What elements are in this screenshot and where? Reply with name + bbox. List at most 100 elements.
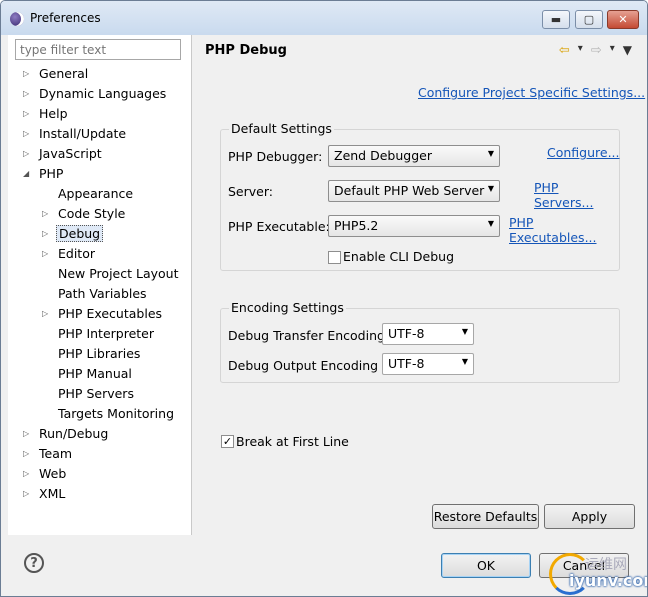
sidebar-item-label: Dynamic Languages [39,86,167,101]
sidebar-item[interactable]: Appearance [56,185,135,203]
minimize-button[interactable]: ▬ [542,10,570,29]
collapsed-arrow-icon[interactable]: ▷ [23,65,29,83]
collapsed-arrow-icon[interactable]: ▷ [23,465,29,483]
restore-defaults-button[interactable]: Restore Defaults [432,504,539,529]
collapsed-arrow-icon[interactable]: ▷ [23,125,29,143]
sidebar-item-label: XML [39,486,66,501]
sidebar-item[interactable]: ▷ Dynamic Languages [23,85,168,103]
default-settings-title: Default Settings [229,121,334,136]
configure-debugger-link[interactable]: Configure... [547,145,620,160]
sidebar-item[interactable]: ▷ Help [23,105,70,123]
sidebar-item[interactable]: PHP Servers [56,385,136,403]
page-title: PHP Debug [205,43,287,58]
break-at-first-line-label: Break at First Line [236,434,349,449]
debug-output-encoding-label: Debug Output Encoding [228,358,379,373]
enable-cli-debug-label: Enable CLI Debug [343,249,455,264]
collapsed-arrow-icon[interactable]: ▷ [23,425,29,443]
maximize-button[interactable]: ▢ [575,10,603,29]
chevron-down-icon: ▼ [487,219,494,228]
default-settings-group: Default Settings PHP Debugger: Zend Debu… [220,121,620,271]
collapsed-arrow-icon[interactable]: ▷ [42,305,48,323]
preferences-tree-pane: ▷ General ▷ Dynamic Languages ▷ Help ▷ Install/… [8,35,192,535]
php-executable-select[interactable]: PHP5.2 ▼ [328,215,500,237]
sidebar-item-label: New Project Layout [58,266,179,281]
sidebar-item-label: PHP Executables [58,306,163,321]
sidebar-item-label: Help [39,106,68,121]
php-debugger-select[interactable]: Zend Debugger ▼ [328,145,500,167]
sidebar-item-label: Editor [58,246,95,261]
close-button[interactable]: ✕ [607,10,639,29]
collapsed-arrow-icon[interactable]: ▷ [42,225,48,243]
sidebar-item-label: Path Variables [58,286,147,301]
chevron-down-icon[interactable]: ▾ [610,43,615,58]
sidebar-item-label: General [39,66,89,81]
debug-output-encoding-value: UTF-8 [388,356,425,371]
sidebar-item[interactable]: ▷ Install/Update [23,125,128,143]
sidebar-item-label: PHP Manual [58,366,132,381]
debug-output-encoding-select[interactable]: UTF-8 ▼ [382,353,474,375]
sidebar-item[interactable]: ▷ Debug [42,225,104,243]
sidebar-item[interactable]: ▷ General [23,65,90,83]
sidebar-item[interactable]: Targets Monitoring [56,405,176,423]
debug-transfer-encoding-select[interactable]: UTF-8 ▼ [382,323,474,345]
chevron-down-icon: ▼ [487,184,494,193]
sidebar-item[interactable]: ▷ Team [23,445,74,463]
filter-input[interactable] [15,39,181,60]
break-at-first-line-checkbox[interactable]: ✓ [221,435,234,448]
collapsed-arrow-icon[interactable]: ▷ [23,105,29,123]
help-icon[interactable]: ? [24,553,44,573]
sidebar-item[interactable]: ▷ Web [23,465,68,483]
debug-transfer-encoding-label: Debug Transfer Encoding [228,328,385,343]
eclipse-icon [10,12,24,26]
sidebar-item-label: Team [39,446,73,461]
sidebar-item[interactable]: PHP Libraries [56,345,142,363]
server-value: Default PHP Web Server [334,183,485,198]
sidebar-item-label: Targets Monitoring [58,406,175,421]
collapsed-arrow-icon[interactable]: ▷ [23,445,29,463]
server-select[interactable]: Default PHP Web Server ▼ [328,180,500,202]
chevron-down-icon: ▼ [487,149,494,158]
php-debug-page: PHP Debug ⇦ ▾ ⇨ ▾ ▼ Configure Project Sp… [193,35,647,535]
sidebar-item[interactable]: ▷ Run/Debug [23,425,110,443]
sidebar-item[interactable]: ▷ JavaScript [23,145,104,163]
arrow-right-icon[interactable]: ⇨ [591,43,602,58]
server-label: Server: [228,184,273,199]
sidebar-item[interactable]: New Project Layout [56,265,180,283]
sidebar-item-label: PHP Servers [58,386,134,401]
sidebar-item[interactable]: ▷ PHP Executables [42,305,164,323]
arrow-left-icon[interactable]: ⇦ [559,43,570,58]
sidebar-item-label: PHP Interpreter [58,326,155,341]
sidebar-item[interactable]: ▷ XML [23,485,67,503]
sidebar-item[interactable]: ▷ Code Style [42,205,127,223]
apply-button[interactable]: Apply [544,504,635,529]
expanded-arrow-icon[interactable]: ◢ [23,165,29,183]
sidebar-item[interactable]: ◢ PHP [23,165,65,183]
window-title: Preferences [30,11,101,25]
preferences-window: Preferences ▬ ▢ ✕ ▷ General ▷ Dynamic Langu… [0,0,648,597]
php-servers-link[interactable]: PHP Servers... [534,180,619,210]
collapsed-arrow-icon[interactable]: ▷ [23,145,29,163]
collapsed-arrow-icon[interactable]: ▷ [23,485,29,503]
sidebar-item-label: Install/Update [39,126,127,141]
sidebar-item-label: Appearance [58,186,134,201]
chevron-down-icon[interactable]: ▾ [578,43,583,58]
php-debugger-label: PHP Debugger: [228,149,323,164]
configure-project-settings-link[interactable]: Configure Project Specific Settings... [418,85,645,100]
chevron-down-icon: ▼ [461,357,468,366]
sidebar-item[interactable]: PHP Manual [56,365,134,383]
php-executables-link[interactable]: PHP Executables... [509,215,619,245]
encoding-settings-group: Encoding Settings Debug Transfer Encodin… [220,300,620,383]
php-executable-label: PHP Executable: [228,219,330,234]
sidebar-item[interactable]: Path Variables [56,285,149,303]
view-menu-icon[interactable]: ▼ [623,43,632,58]
collapsed-arrow-icon[interactable]: ▷ [42,245,48,263]
ok-button[interactable]: OK [441,553,531,578]
watermark-logo: 运维网 iyunv.com [549,553,647,595]
collapsed-arrow-icon[interactable]: ▷ [23,85,29,103]
php-debugger-value: Zend Debugger [334,148,432,163]
sidebar-item[interactable]: PHP Interpreter [56,325,156,343]
collapsed-arrow-icon[interactable]: ▷ [42,205,48,223]
enable-cli-debug-checkbox[interactable] [328,251,341,264]
sidebar-item[interactable]: ▷ Editor [42,245,97,263]
chevron-down-icon: ▼ [461,327,468,336]
